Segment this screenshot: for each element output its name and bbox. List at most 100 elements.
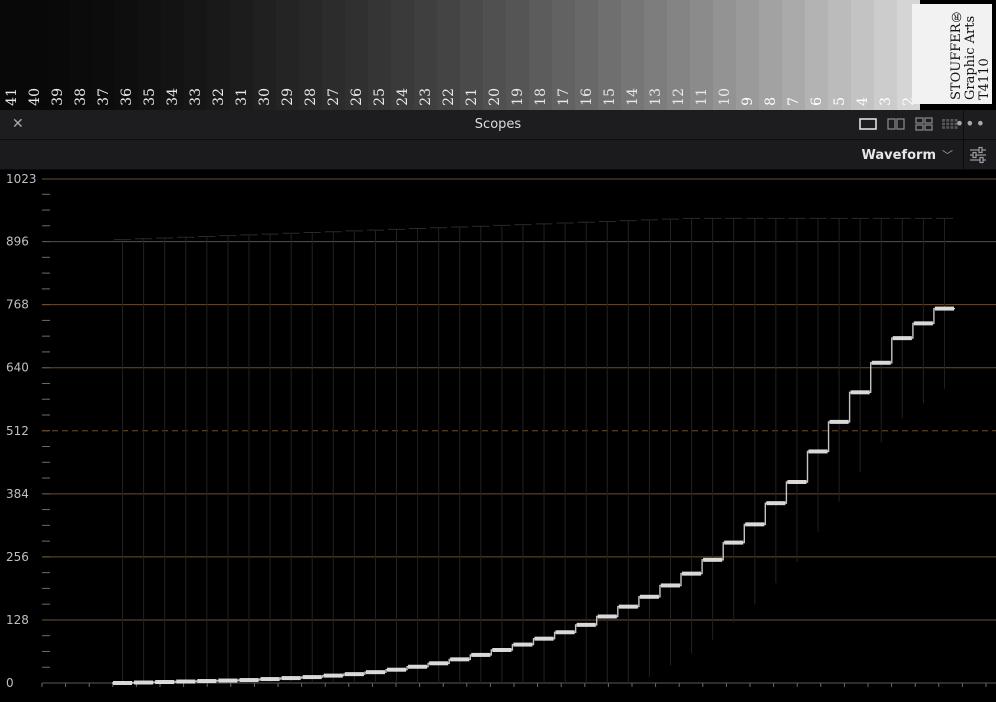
wedge-patch: 25 xyxy=(368,0,391,110)
waveform-scope[interactable]: 1023 896 768 640 512 384 256 128 0 xyxy=(0,170,996,702)
wedge-step-label: 18 xyxy=(532,88,549,106)
single-view-icon[interactable] xyxy=(858,116,878,132)
wedge-patch: 15 xyxy=(598,0,621,110)
wedge-patch: 26 xyxy=(345,0,368,110)
wedge-step-label: 29 xyxy=(279,88,296,106)
wedge-step-label: 16 xyxy=(578,88,595,106)
wedge-patch: 33 xyxy=(184,0,207,110)
wedge-patch: 5 xyxy=(828,0,851,110)
chevron-down-icon: ﹀ xyxy=(942,149,953,162)
wedge-patch: 6 xyxy=(805,0,828,110)
wedge-patch: 24 xyxy=(391,0,414,110)
wedge-step-label: 39 xyxy=(49,88,66,106)
wedge-step-label: 40 xyxy=(26,88,43,106)
wedge-patch: 28 xyxy=(299,0,322,110)
wedge-step-label: 10 xyxy=(716,88,733,106)
more-options-icon[interactable]: ••• xyxy=(955,114,986,133)
wedge-step-label: 31 xyxy=(233,88,250,106)
quad-view-icon[interactable] xyxy=(914,116,934,132)
wedge-step-label: 33 xyxy=(187,88,204,106)
wedge-patch: 17 xyxy=(552,0,575,110)
wedge-step-label: 24 xyxy=(394,88,411,106)
wedge-patch: 13 xyxy=(644,0,667,110)
toolbar-divider xyxy=(963,140,964,169)
wedge-patch: 39 xyxy=(46,0,69,110)
settings-sliders-icon[interactable] xyxy=(968,145,988,165)
scope-type-label: Waveform xyxy=(861,147,936,163)
wedge-patch: 29 xyxy=(276,0,299,110)
wedge-patch: 8 xyxy=(759,0,782,110)
wedge-step-label: 38 xyxy=(72,88,89,106)
wedge-patch: 34 xyxy=(161,0,184,110)
scopes-header: ✕ Scopes ••• xyxy=(0,110,996,140)
wedge-patch: 40 xyxy=(23,0,46,110)
dual-view-icon[interactable] xyxy=(886,116,906,132)
panel-title: Scopes xyxy=(474,117,522,132)
brand-line-1: STOUFFER® xyxy=(949,8,964,100)
waveform-trace xyxy=(112,307,955,684)
wedge-step-label: 3 xyxy=(877,97,894,106)
wedge-step-label: 25 xyxy=(371,88,388,106)
wedge-step-label: 34 xyxy=(164,88,181,106)
wedge-patch: 36 xyxy=(115,0,138,110)
wedge-patch: 37 xyxy=(92,0,115,110)
scope-toolbar: Waveform ﹀ xyxy=(0,140,996,170)
wedge-patch: 12 xyxy=(667,0,690,110)
wedge-step-label: 30 xyxy=(256,88,273,106)
wedge-patch: 31 xyxy=(230,0,253,110)
scope-type-dropdown[interactable]: Waveform ﹀ xyxy=(862,145,953,165)
wedge-step-label: 11 xyxy=(693,88,710,106)
wedge-patch: 41 xyxy=(0,0,23,110)
brand-line-2: Graphic Arts xyxy=(963,15,978,100)
wedge-patch: 11 xyxy=(690,0,713,110)
brand-line-3: T4110 xyxy=(977,58,992,100)
wedge-step-label: 12 xyxy=(670,88,687,106)
wedge-step-label: 4 xyxy=(854,97,871,106)
y-tick-label: 512 xyxy=(6,424,29,438)
y-tick-label: 1023 xyxy=(6,172,37,186)
wedge-step-label: 26 xyxy=(348,88,365,106)
wedge-patch: 38 xyxy=(69,0,92,110)
wedge-step-label: 8 xyxy=(762,97,779,106)
wedge-patch: 22 xyxy=(437,0,460,110)
wedge-patch: 20 xyxy=(483,0,506,110)
wedge-patch: 14 xyxy=(621,0,644,110)
wedge-step-label: 35 xyxy=(141,88,158,106)
stouffer-brand-label: STOUFFER® Graphic Arts T4110 xyxy=(912,4,992,104)
wedge-step-label: 36 xyxy=(118,88,135,106)
wedge-step-label: 28 xyxy=(302,88,319,106)
wedge-patch: 3 xyxy=(874,0,897,110)
y-tick-label: 384 xyxy=(6,487,29,501)
wedge-step-label: 14 xyxy=(624,88,641,106)
step-wedge-strip: 41 40 39 38 37 36 35 34 33 32 31 30 29 28 27 26 25 24 23 22… xyxy=(0,0,996,110)
wedge-step-label: 27 xyxy=(325,88,342,106)
wedge-patch: 23 xyxy=(414,0,437,110)
wedge-step-label: 19 xyxy=(509,88,526,106)
wedge-step-label: 22 xyxy=(440,88,457,106)
wedge-step-label: 21 xyxy=(463,88,480,106)
wedge-step-label: 6 xyxy=(808,97,825,106)
y-tick-label: 256 xyxy=(6,550,29,564)
wedge-patch: 9 xyxy=(736,0,759,110)
wedge-patch: 35 xyxy=(138,0,161,110)
wedge-step-label: 9 xyxy=(739,97,756,106)
wedge-step-label: 15 xyxy=(601,88,618,106)
y-tick-label: 896 xyxy=(6,235,29,249)
waveform-plot: 1023 896 768 640 512 384 256 128 0 xyxy=(6,172,996,690)
wedge-patch: 19 xyxy=(506,0,529,110)
wedge-patch: 16 xyxy=(575,0,598,110)
y-tick-label: 128 xyxy=(6,613,29,627)
wedge-step-label: 32 xyxy=(210,88,227,106)
wedge-patch: 7 xyxy=(782,0,805,110)
wedge-patch: 27 xyxy=(322,0,345,110)
wedge-step-label: 5 xyxy=(831,97,848,106)
wedge-patch: 32 xyxy=(207,0,230,110)
y-tick-label: 0 xyxy=(6,676,14,690)
wedge-step-label: 41 xyxy=(3,88,20,106)
wedge-step-label: 13 xyxy=(647,88,664,106)
wedge-step-label: 17 xyxy=(555,88,572,106)
wedge-step-label: 20 xyxy=(486,88,503,106)
wedge-patch: 30 xyxy=(253,0,276,110)
y-tick-label: 640 xyxy=(6,361,29,375)
wedge-patch: 21 xyxy=(460,0,483,110)
